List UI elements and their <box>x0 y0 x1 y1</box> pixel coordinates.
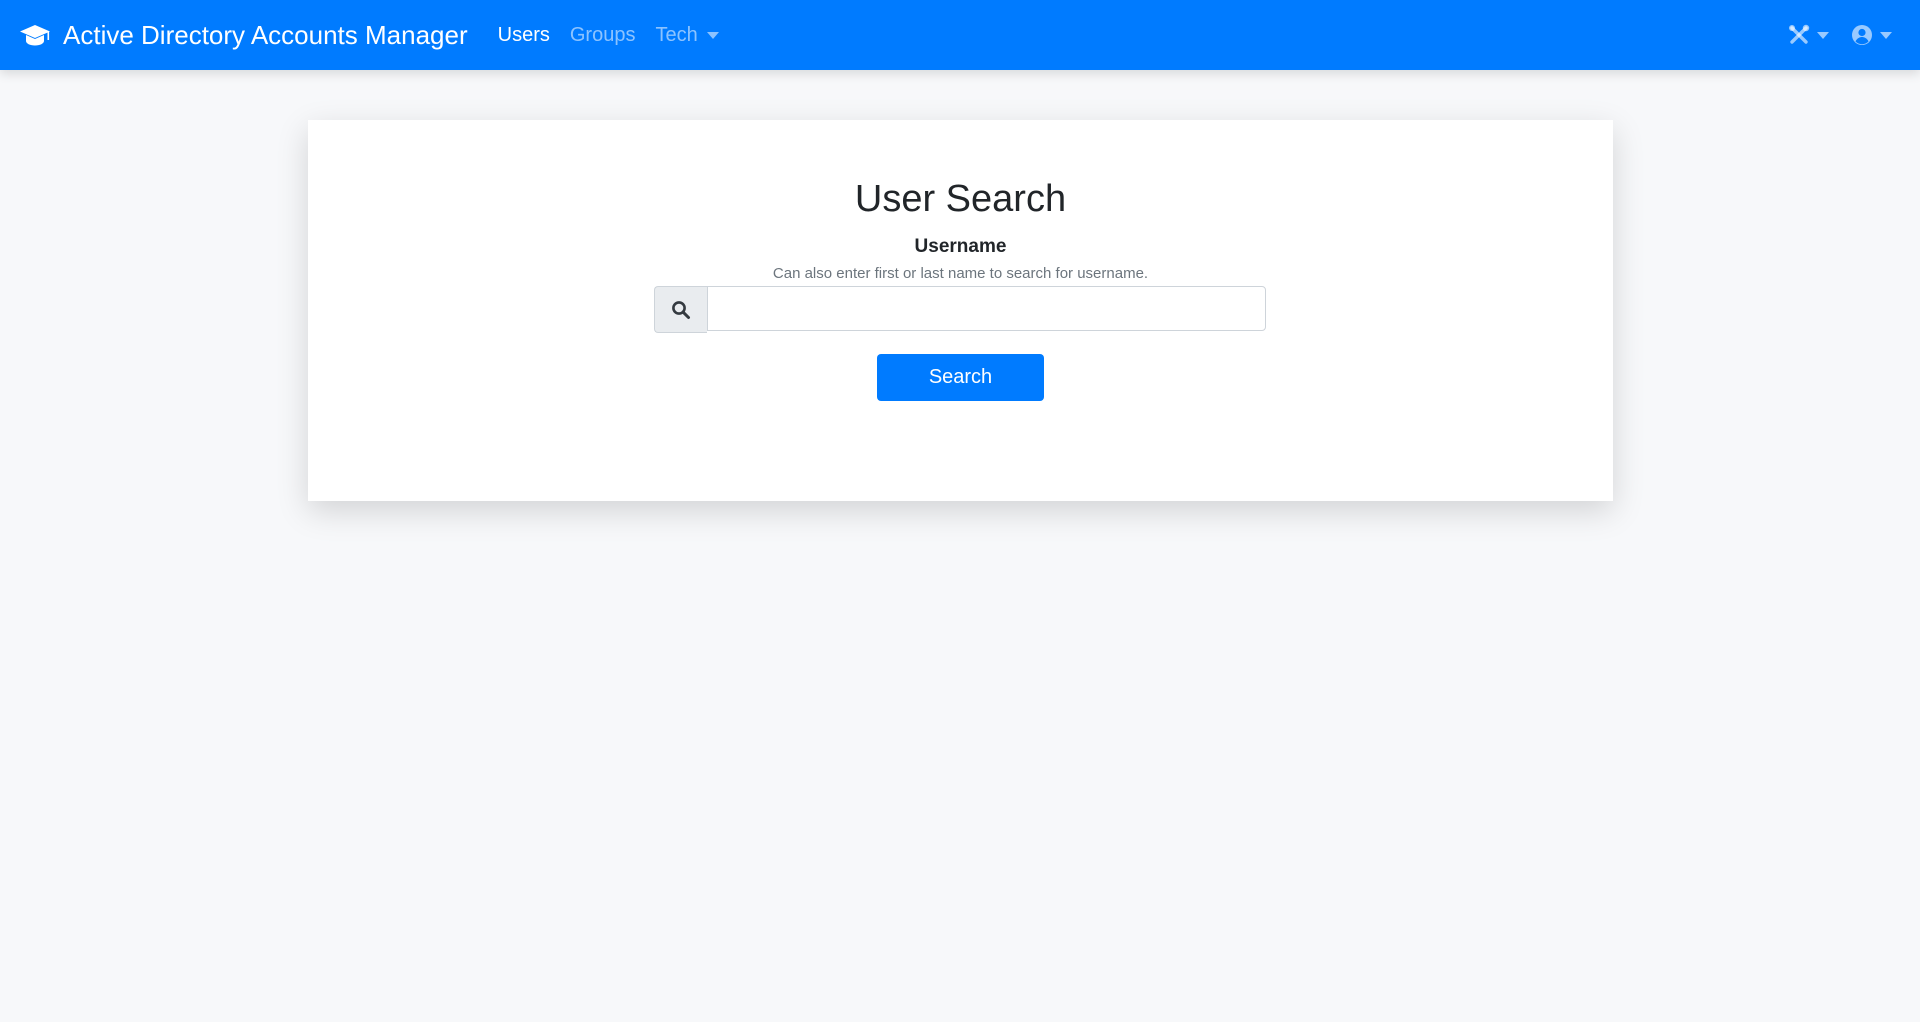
username-input-group <box>654 286 1266 333</box>
top-navbar: Active Directory Accounts Manager Users … <box>0 0 1920 70</box>
username-search-input[interactable] <box>707 286 1266 331</box>
nav-item-tech-label: Tech <box>655 23 698 46</box>
caret-down-icon <box>1817 31 1829 39</box>
user-search-card: User Search Username Can also enter firs… <box>308 120 1613 501</box>
tools-menu-button[interactable] <box>1788 24 1829 46</box>
nav-item-users[interactable]: Users <box>498 24 550 47</box>
page-title: User Search <box>854 178 1067 220</box>
nav-item-groups[interactable]: Groups <box>570 24 636 47</box>
username-label: Username <box>914 236 1007 257</box>
graduation-cap-icon <box>19 23 51 47</box>
tools-icon <box>1788 24 1810 46</box>
caret-down-icon <box>1880 31 1892 39</box>
app-title: Active Directory Accounts Manager <box>63 19 468 50</box>
search-button[interactable]: Search <box>877 354 1044 401</box>
user-menu-button[interactable] <box>1851 24 1892 46</box>
search-icon <box>654 286 707 333</box>
main-nav: Users Groups Tech <box>498 24 739 47</box>
nav-item-tech-dropdown[interactable]: Tech <box>655 23 719 47</box>
caret-down-icon <box>706 31 719 39</box>
username-help-text: Can also enter first or last name to sea… <box>772 265 1149 282</box>
brand-link[interactable]: Active Directory Accounts Manager <box>19 20 468 51</box>
navbar-right <box>1766 0 1892 70</box>
user-circle-icon <box>1851 24 1873 46</box>
